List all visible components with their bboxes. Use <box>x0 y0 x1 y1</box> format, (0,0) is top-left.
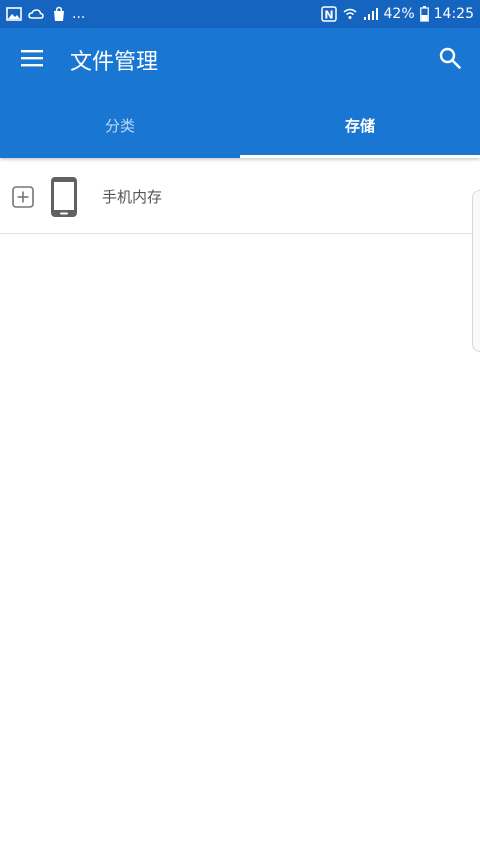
tab-category[interactable]: 分类 <box>0 92 240 158</box>
storage-item-label: 手机内存 <box>102 188 163 206</box>
menu-icon <box>20 48 44 72</box>
nfc-label: N <box>324 9 333 22</box>
signal-icon <box>363 7 379 21</box>
status-left: ... <box>0 6 85 22</box>
bag-icon <box>52 6 66 22</box>
weather-icon <box>28 7 46 21</box>
more-notifications: ... <box>72 6 86 22</box>
search-icon <box>439 47 461 73</box>
tab-bar: 分类 存储 <box>0 92 480 158</box>
clock: 14:25 <box>433 6 474 22</box>
search-button[interactable] <box>420 28 480 92</box>
page-title: 文件管理 <box>70 50 159 75</box>
battery-icon <box>419 6 429 22</box>
battery-percent: 42% <box>383 6 415 22</box>
menu-button[interactable] <box>0 28 64 92</box>
nfc-icon: N <box>320 6 337 22</box>
storage-list: 手机内存 <box>0 160 480 234</box>
plus-square-icon[interactable] <box>0 160 46 234</box>
storage-item-phone[interactable]: 手机内存 <box>0 160 480 234</box>
scroll-handle[interactable] <box>472 190 480 352</box>
status-right: N 42% 14:25 <box>320 6 480 22</box>
phone-icon <box>44 160 84 234</box>
status-bar: ... N 42% 14:25 <box>0 0 480 28</box>
gallery-icon <box>6 7 22 21</box>
tab-storage[interactable]: 存储 <box>240 92 480 158</box>
wifi-icon <box>342 6 358 22</box>
app-bar: 文件管理 <box>0 28 480 92</box>
